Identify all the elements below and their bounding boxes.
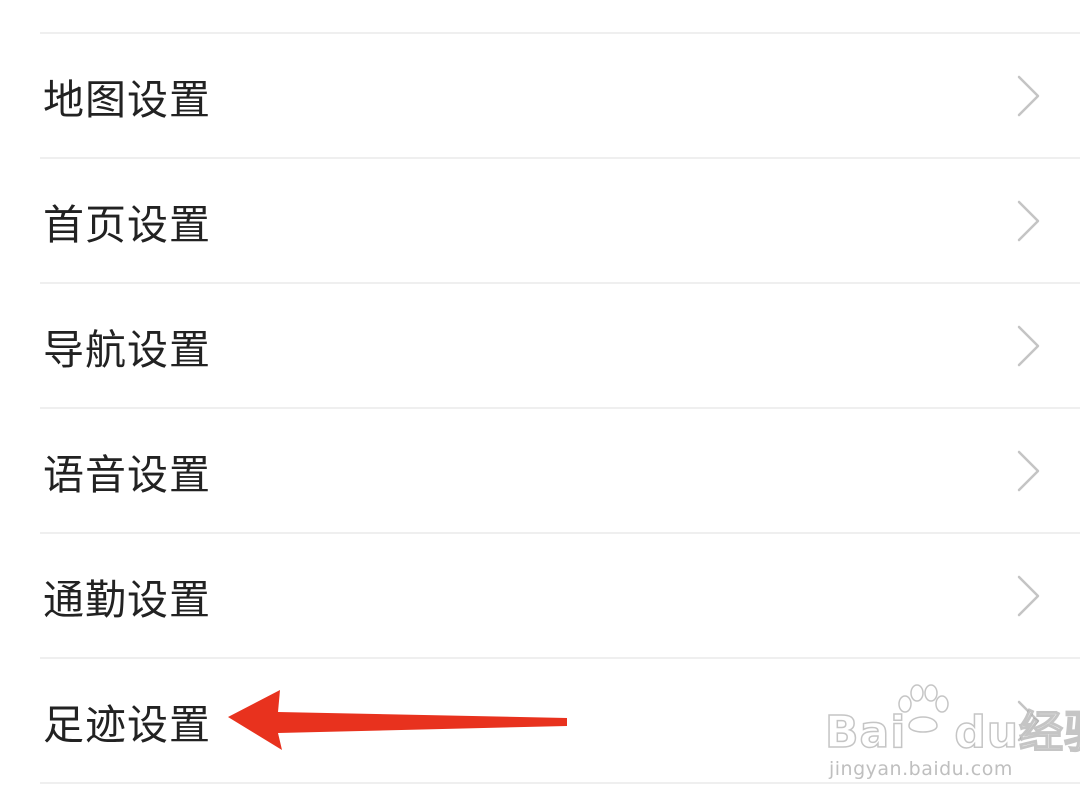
settings-list: 地图设置 首页设置 导航设置 语音设置 通勤设置 足迹设置 <box>0 34 1080 784</box>
settings-item-footprint[interactable]: 足迹设置 <box>40 659 1080 784</box>
settings-item-label: 地图设置 <box>43 75 211 124</box>
chevron-right-icon <box>1017 325 1040 366</box>
settings-item-label: 语音设置 <box>43 450 211 499</box>
settings-page: 地图设置 首页设置 导航设置 语音设置 通勤设置 足迹设置 Bai du经 ji… <box>0 0 1080 810</box>
settings-item-label: 通勤设置 <box>43 575 211 624</box>
chevron-right-icon <box>1017 575 1040 616</box>
settings-item-label: 首页设置 <box>43 200 211 249</box>
settings-item-home[interactable]: 首页设置 <box>40 159 1080 284</box>
chevron-right-icon <box>1017 450 1040 491</box>
settings-item-map[interactable]: 地图设置 <box>40 34 1080 159</box>
chevron-right-icon <box>1017 700 1040 741</box>
settings-item-label: 导航设置 <box>43 325 211 374</box>
chevron-right-icon <box>1017 75 1040 116</box>
settings-item-label: 足迹设置 <box>43 700 211 749</box>
settings-item-voice[interactable]: 语音设置 <box>40 409 1080 534</box>
settings-item-commute[interactable]: 通勤设置 <box>40 534 1080 659</box>
chevron-right-icon <box>1017 200 1040 241</box>
settings-item-navigation[interactable]: 导航设置 <box>40 284 1080 409</box>
